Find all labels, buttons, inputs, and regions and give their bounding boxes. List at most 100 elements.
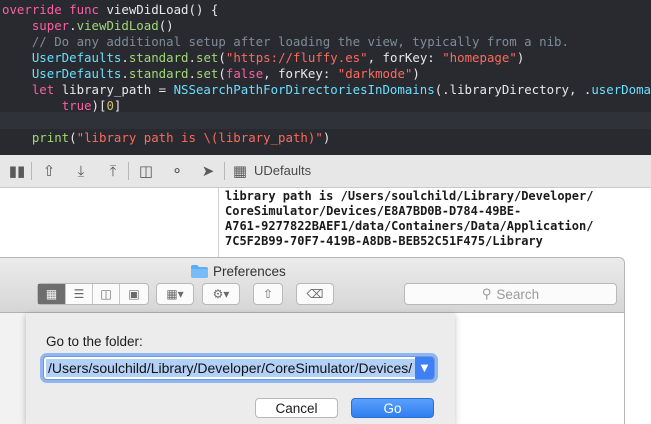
target-name: UDefaults	[254, 163, 312, 178]
current-line-highlight	[0, 112, 651, 129]
code-token: (	[218, 66, 226, 81]
list-view-button[interactable]: ☰	[66, 284, 93, 304]
finder-toolbar: Preferences ▦ ☰ ◫ ▣ ▦▾ ⚙▾ ⇧ ⌫ ⚲ Search	[0, 258, 624, 313]
toolbar-divider	[128, 162, 129, 180]
code-token: "darkmode"	[337, 66, 413, 81]
code-token: .	[69, 18, 77, 33]
gallery-icon: ▣	[128, 287, 140, 301]
group-icon: ▦▾	[166, 287, 184, 301]
code-line: // Do any additional setup after loading…	[2, 34, 569, 50]
finder-sidebar[interactable]	[0, 313, 26, 424]
code-token: "https://fluffy.es"	[225, 50, 368, 65]
memory-graph-icon[interactable]: ⚬	[166, 160, 188, 182]
code-token: )[	[91, 98, 107, 113]
simulate-location-icon[interactable]: ➤	[197, 160, 219, 182]
hide-debug-area-icon[interactable]: ▮▮	[6, 160, 28, 182]
gear-icon: ⚙▾	[212, 287, 230, 301]
tags-button[interactable]: ⌫	[296, 283, 334, 305]
code-token: .	[188, 50, 196, 65]
code-token: )	[322, 130, 331, 145]
code-token: library_path =	[54, 82, 174, 97]
code-token: userDomainMask	[591, 82, 651, 97]
sheet-label: Go to the folder:	[46, 334, 143, 349]
chevron-down-icon[interactable]: ▼	[415, 357, 434, 379]
code-line: true)[0]	[2, 98, 122, 114]
debug-toolbar: ▮▮ ⇧ ⤓ ⤒ ◫ ⚬ ➤ ▦ UDefaults	[0, 155, 651, 188]
folder-path-input[interactable]	[46, 359, 415, 377]
code-token: viewDidLoad	[76, 18, 159, 33]
toolbar-divider	[31, 162, 32, 180]
go-button[interactable]: Go	[351, 398, 434, 418]
code-token: override	[2, 2, 62, 17]
column-view-button[interactable]: ◫	[93, 284, 120, 304]
grid-icon: ▦	[45, 287, 58, 301]
code-token: 0	[106, 98, 114, 113]
code-line: UserDefaults.standard.set("https://fluff…	[2, 50, 524, 66]
code-token: true	[61, 98, 92, 113]
step-over-icon[interactable]: ⤓	[70, 160, 92, 182]
code-token: (	[69, 130, 77, 145]
code-token: ]	[113, 98, 122, 113]
console-line: 7C5F2B99-70F7-419B-A8DB-BEB52C51F475/Lib…	[225, 234, 543, 248]
console-line: A761-9277822BAEF1/data/Containers/Data/A…	[225, 219, 594, 233]
window-title-text: Preferences	[213, 263, 286, 279]
code-token: )	[516, 50, 525, 65]
code-token: set	[196, 66, 219, 81]
code-token: (	[218, 50, 226, 65]
search-icon: ⚲	[481, 286, 492, 302]
group-by-button[interactable]: ▦▾	[156, 283, 194, 305]
code-token: .	[121, 50, 129, 65]
code-token: , forKey:	[263, 66, 338, 81]
folder-icon	[191, 264, 208, 278]
code-token: .	[121, 66, 129, 81]
variables-pane[interactable]	[0, 188, 217, 258]
path-combo-box: ▼	[43, 356, 435, 380]
view-mode-control: ▦ ☰ ◫ ▣	[37, 283, 149, 305]
code-token: UserDefaults	[31, 66, 122, 81]
code-token: "library path is \(library_path)"	[76, 130, 323, 145]
code-token: super	[31, 18, 70, 33]
share-button[interactable]: ⇧	[253, 283, 283, 305]
list-icon: ☰	[73, 287, 85, 301]
code-token: standard	[128, 50, 189, 65]
columns-icon: ◫	[100, 287, 112, 301]
code-token: viewDidLoad() {	[99, 2, 219, 17]
code-token: (.libraryDirectory, .	[434, 82, 592, 97]
code-editor[interactable]: override func viewDidLoad() { super.view…	[0, 0, 651, 155]
step-into-icon[interactable]: ⤒	[102, 160, 124, 182]
action-button[interactable]: ⚙▾	[202, 283, 240, 305]
console-output[interactable]: library path is /Users/soulchild/Library…	[218, 188, 651, 258]
code-token: UserDefaults	[31, 50, 122, 65]
console-line: library path is /Users/soulchild/Library…	[225, 189, 594, 203]
search-placeholder: Search	[496, 286, 540, 302]
console-line: CoreSimulator/Devices/E8A7BD0B-D784-49BE…	[225, 204, 522, 218]
icon-view-button[interactable]: ▦	[38, 284, 66, 304]
cancel-button[interactable]: Cancel	[255, 398, 338, 418]
go-to-folder-sheet: Go to the folder: ▼ Cancel Go	[26, 313, 455, 424]
code-token: standard	[128, 66, 189, 81]
code-token: )	[412, 66, 420, 81]
code-token: "homepage"	[442, 50, 517, 65]
code-token: set	[196, 50, 219, 65]
share-icon: ⇧	[262, 287, 274, 301]
code-token: let	[31, 82, 55, 97]
code-token: NSSearchPathForDirectoriesInDomains	[173, 82, 435, 97]
code-line: let library_path = NSSearchPathForDirect…	[2, 82, 651, 98]
search-field[interactable]: ⚲ Search	[404, 283, 617, 305]
code-token: .	[188, 66, 196, 81]
gallery-view-button[interactable]: ▣	[120, 284, 148, 304]
tag-icon: ⌫	[306, 287, 324, 301]
code-token: false	[225, 66, 264, 81]
code-line: override func viewDidLoad() {	[2, 2, 218, 18]
view-hierarchy-icon[interactable]: ◫	[135, 160, 157, 182]
finder-content[interactable]	[455, 313, 624, 424]
code-token: , forKey:	[367, 50, 443, 65]
code-token: print	[31, 130, 70, 145]
continue-icon[interactable]: ⇧	[38, 160, 60, 182]
toolbar-divider	[224, 162, 225, 180]
